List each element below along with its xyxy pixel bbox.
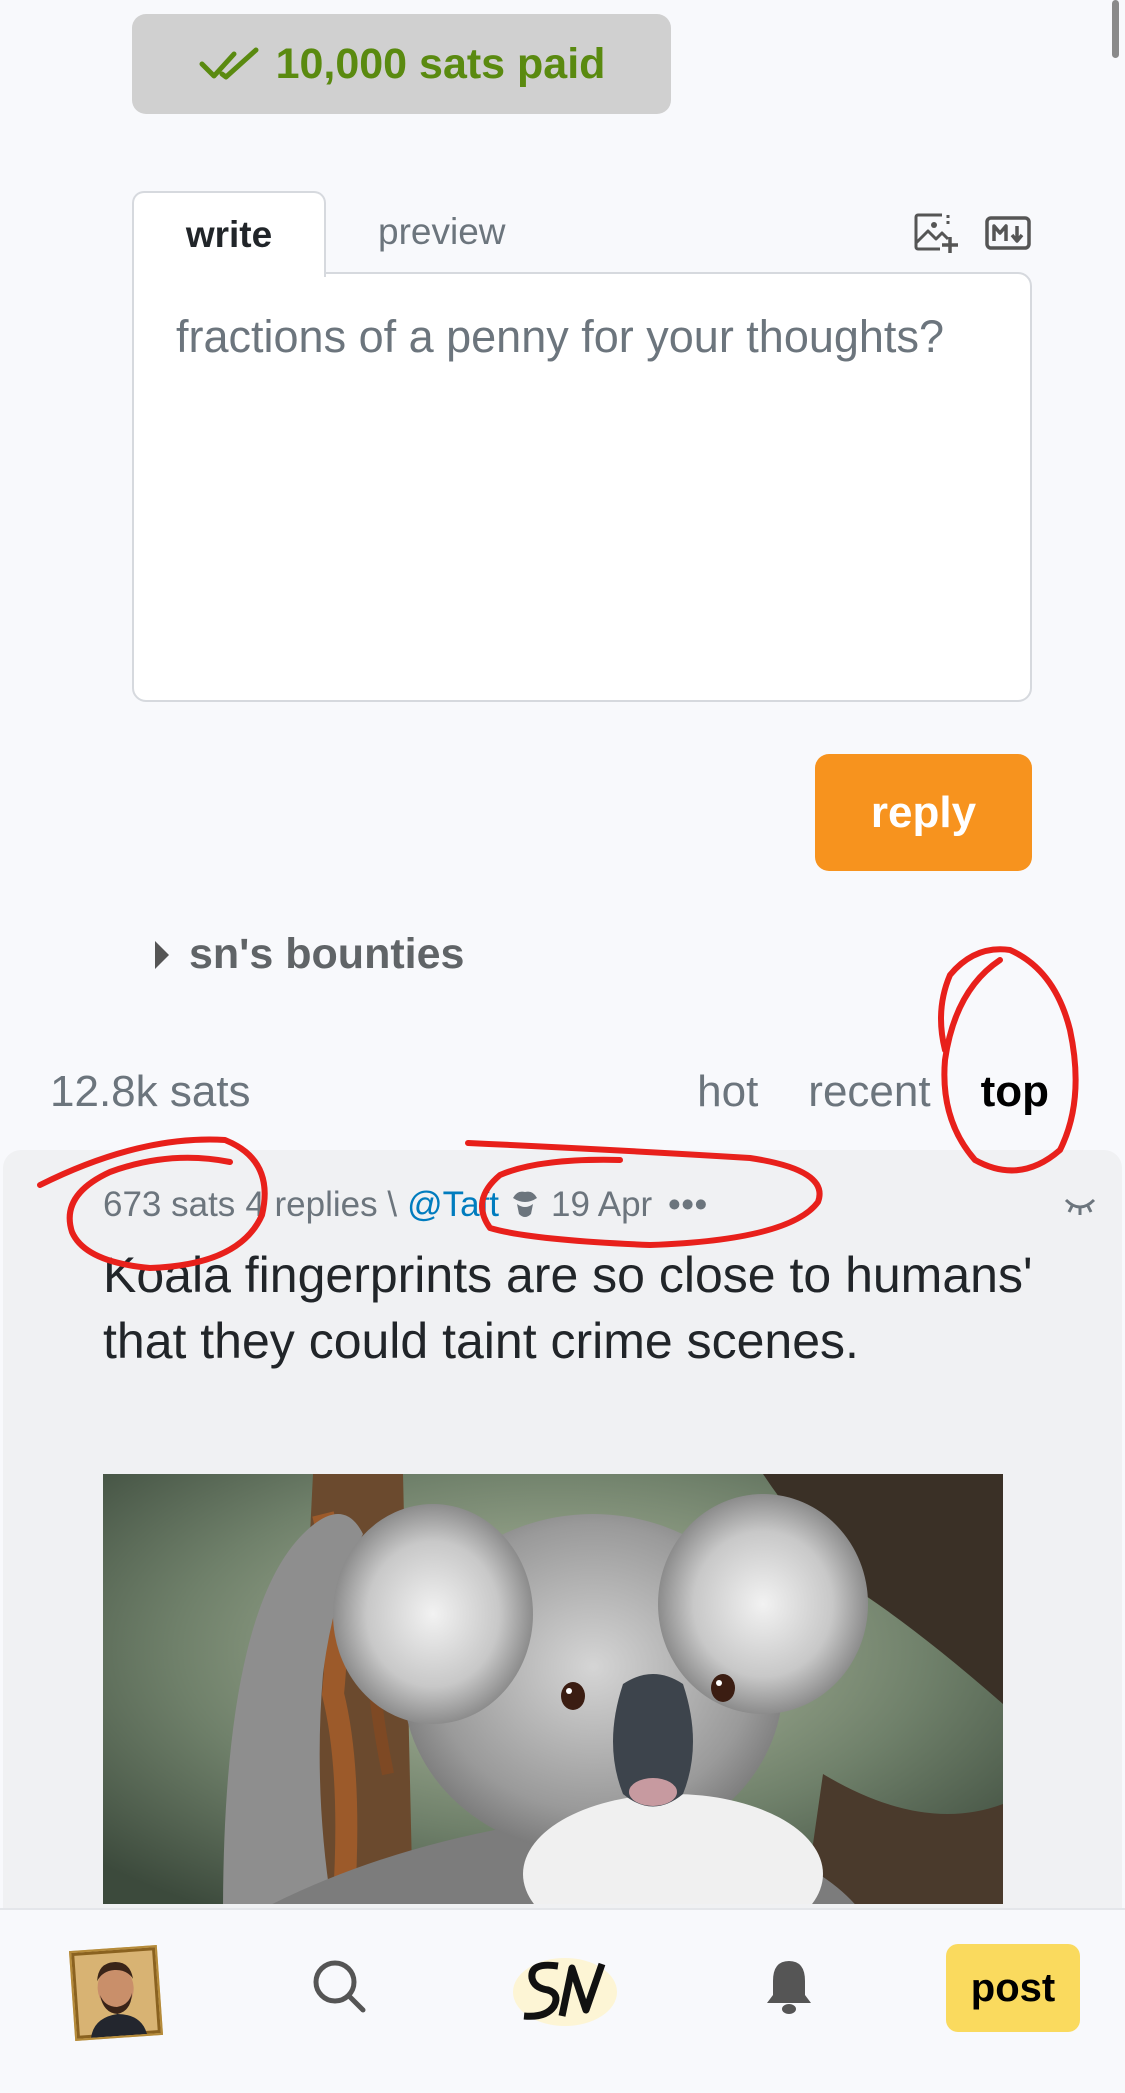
post-date[interactable]: 19 Apr [551, 1185, 652, 1225]
page-scrollbar[interactable] [1112, 0, 1119, 58]
post-button[interactable]: post [946, 1944, 1080, 2032]
post-sats[interactable]: 673 sats [103, 1185, 235, 1225]
sort-recent[interactable]: recent [808, 1067, 930, 1117]
more-options-icon[interactable]: ••• [668, 1185, 708, 1225]
post-card: 673 sats 4 replies \ @Taft 19 Apr ••• Ko… [3, 1150, 1122, 1910]
markdown-icon[interactable] [984, 209, 1032, 257]
bell-icon[interactable] [763, 1955, 815, 2017]
comments-total-sats: 12.8k sats [50, 1067, 251, 1116]
editor-toolbar [912, 209, 1032, 257]
bottom-navigation: post [0, 1908, 1125, 2093]
image-upload-icon[interactable] [912, 209, 960, 257]
sort-top[interactable]: top [981, 1067, 1049, 1117]
bounties-label: sn's bounties [189, 930, 465, 978]
sats-paid-badge: 10,000 sats paid [132, 14, 671, 114]
sort-hot[interactable]: hot [697, 1067, 758, 1117]
bounties-toggle[interactable]: sn's bounties [155, 930, 464, 979]
post-replies[interactable]: 4 replies \ [245, 1185, 397, 1225]
post-meta: 673 sats 4 replies \ @Taft 19 Apr ••• [103, 1185, 708, 1225]
sn-logo[interactable] [510, 1952, 620, 2028]
sats-paid-label: 10,000 sats paid [275, 39, 606, 88]
comment-sort: hot recent top [697, 1067, 1049, 1117]
comment-placeholder: fractions of a penny for your thoughts? [176, 311, 944, 362]
post-user-link[interactable]: @Taft [407, 1185, 499, 1225]
reply-button[interactable]: reply [815, 754, 1032, 871]
tab-write[interactable]: write [132, 191, 326, 277]
annotation-circle-top [938, 946, 1079, 1174]
editor-tabs: write preview [132, 191, 1032, 277]
post-image[interactable] [103, 1474, 1003, 1904]
avatar[interactable] [68, 1945, 164, 2041]
post-title[interactable]: Koala fingerprints are so close to human… [103, 1242, 1043, 1374]
comment-textarea[interactable]: fractions of a penny for your thoughts? [132, 272, 1032, 702]
cowboy-hat-icon [513, 1191, 538, 1217]
double-check-icon [199, 47, 259, 80]
search-icon[interactable] [309, 1956, 369, 2016]
collapse-eye-icon[interactable] [1062, 1192, 1098, 1218]
koala-image [103, 1474, 1003, 1904]
caret-right-icon [155, 940, 169, 969]
tab-preview[interactable]: preview [378, 211, 506, 253]
